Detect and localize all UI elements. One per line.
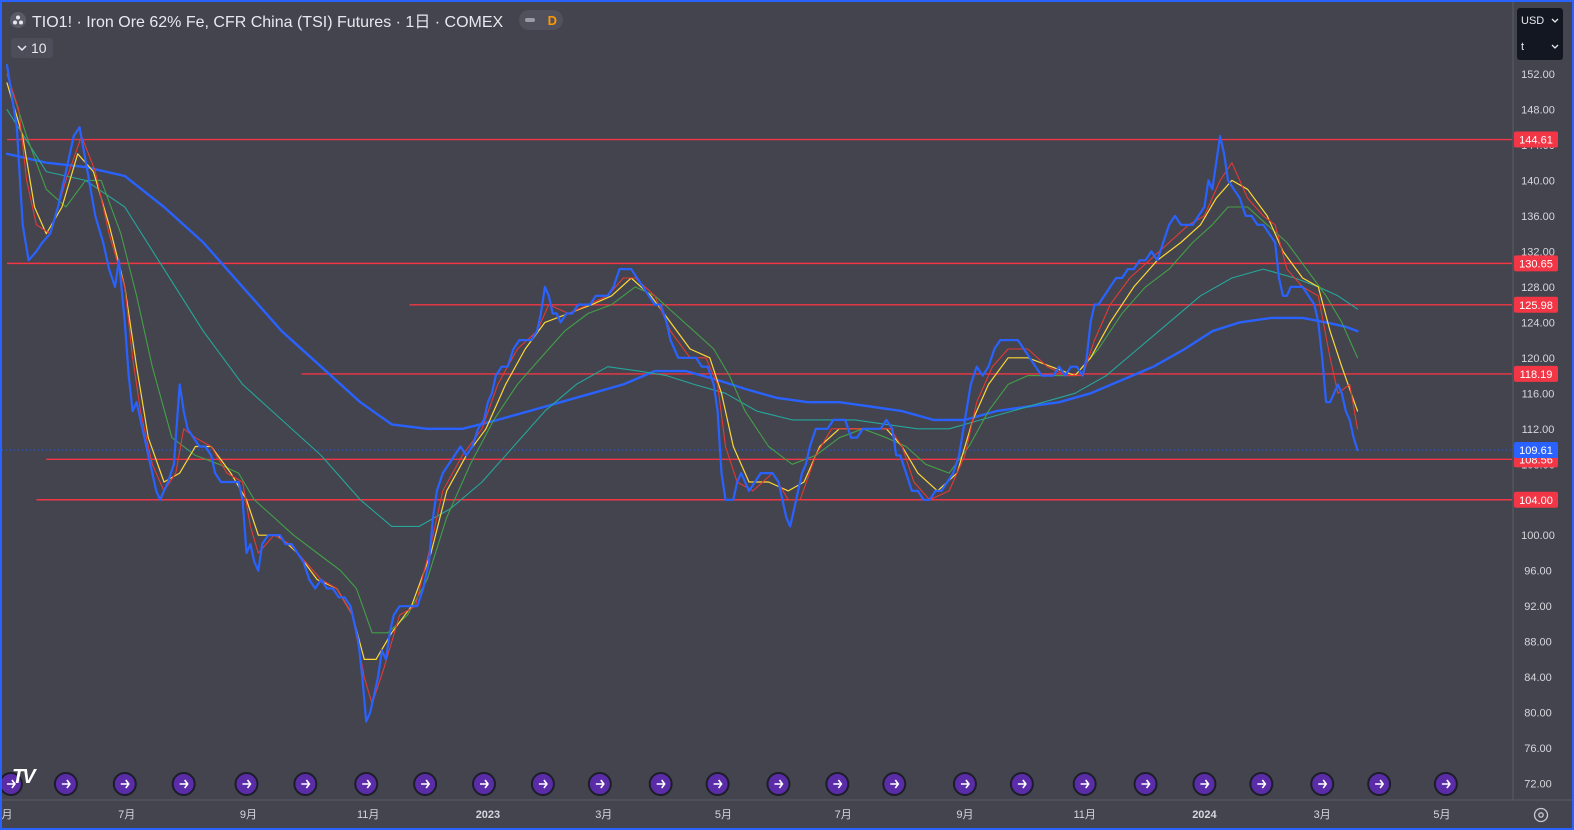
price-tick-label: 76.00 [1524, 743, 1552, 755]
price-tick-label: 124.00 [1521, 317, 1555, 329]
price-tick-label: 80.00 [1524, 708, 1552, 720]
price-tick-label: 72.00 [1524, 779, 1552, 791]
price-tick-label: 88.00 [1524, 637, 1552, 649]
time-tick-label: 9月 [956, 809, 973, 821]
currency-select[interactable]: USD [1517, 8, 1563, 34]
chevron-down-icon [17, 45, 27, 52]
time-tick-label: 2023 [476, 809, 500, 821]
chevron-down-icon [1551, 44, 1559, 49]
ema-teal-line [6, 108, 1359, 527]
price-line[interactable] [5, 63, 1359, 723]
time-tick-label: 5月 [1433, 809, 1450, 821]
price-tick-label: 148.00 [1521, 104, 1555, 116]
time-tick-label: 7月 [118, 809, 135, 821]
time-tick-label: 月 [2, 809, 13, 821]
price-axis-background [1514, 2, 1572, 828]
price-tick-label: 84.00 [1524, 672, 1552, 684]
price-tick-label: 116.00 [1522, 388, 1555, 400]
unit-label: t [1521, 41, 1525, 53]
time-tick-label: 7月 [835, 809, 852, 821]
chart-header: TIO1! · Iron Ore 62% Fe, CFR China (TSI)… [10, 8, 564, 32]
time-tick-label: 2024 [1192, 809, 1217, 821]
price-tick-label: 92.00 [1524, 601, 1552, 613]
currency-unit-selector[interactable]: USD t [1517, 8, 1563, 60]
time-tick-label: 3月 [1314, 809, 1331, 821]
market-status-badge[interactable]: D [519, 10, 564, 30]
series-lines [5, 63, 1359, 723]
price-tick-label: 112.00 [1522, 424, 1555, 436]
level-price-label: 125.98 [1519, 300, 1553, 312]
minus-icon [525, 18, 536, 22]
price-tick-label: 136.00 [1521, 211, 1555, 223]
time-axis[interactable]: 月 7月 9月 11月 2023 3月 5月 7月 9月 11月 2024 3月 5月 [2, 809, 1451, 821]
ema-red-line [6, 73, 1359, 705]
price-chart[interactable]: 152.00148.00144.00140.00136.00132.00128.… [2, 2, 1572, 828]
current-price-label: 109.61 [1519, 445, 1553, 457]
time-tick-label: 5月 [715, 809, 732, 821]
time-tick-label: 3月 [595, 809, 612, 821]
time-tick-label: 11月 [357, 809, 379, 821]
symbol-icon[interactable] [10, 12, 26, 28]
unit-select[interactable]: t [1517, 34, 1563, 60]
event-markers[interactable] [2, 772, 1458, 796]
symbol-title[interactable]: TIO1! · Iron Ore 62% Fe, CFR China (TSI)… [32, 8, 503, 32]
level-price-label: 104.00 [1519, 495, 1553, 507]
tradingview-logo[interactable]: TV [12, 766, 36, 789]
price-tick-label: 100.00 [1521, 530, 1555, 542]
ema-green-line [6, 73, 1359, 634]
settings-icon[interactable] [1532, 806, 1550, 824]
horizontal-levels[interactable] [2, 138, 1512, 501]
indicator-toggle[interactable]: 10 [11, 38, 53, 58]
level-price-label: 130.65 [1519, 258, 1553, 270]
price-tick-label: 140.00 [1521, 175, 1555, 187]
time-tick-label: 11月 [1073, 809, 1095, 821]
ma-slow-line [5, 152, 1359, 430]
price-tick-label: 96.00 [1524, 566, 1552, 578]
chevron-down-icon [1551, 18, 1559, 23]
price-tick-label: 120.00 [1521, 353, 1555, 365]
chart-frame: 152.00148.00144.00140.00136.00132.00128.… [0, 0, 1574, 830]
price-axis[interactable]: 152.00148.00144.00140.00136.00132.00128.… [2, 2, 1572, 828]
level-price-label: 144.61 [1519, 135, 1553, 147]
indicator-count: 10 [31, 40, 47, 56]
delayed-badge: D [547, 12, 558, 28]
level-price-label: 118.19 [1520, 369, 1553, 381]
currency-label: USD [1521, 15, 1545, 27]
time-tick-label: 9月 [240, 809, 257, 821]
price-tick-label: 128.00 [1521, 282, 1555, 294]
price-tick-label: 152.00 [1521, 69, 1555, 81]
